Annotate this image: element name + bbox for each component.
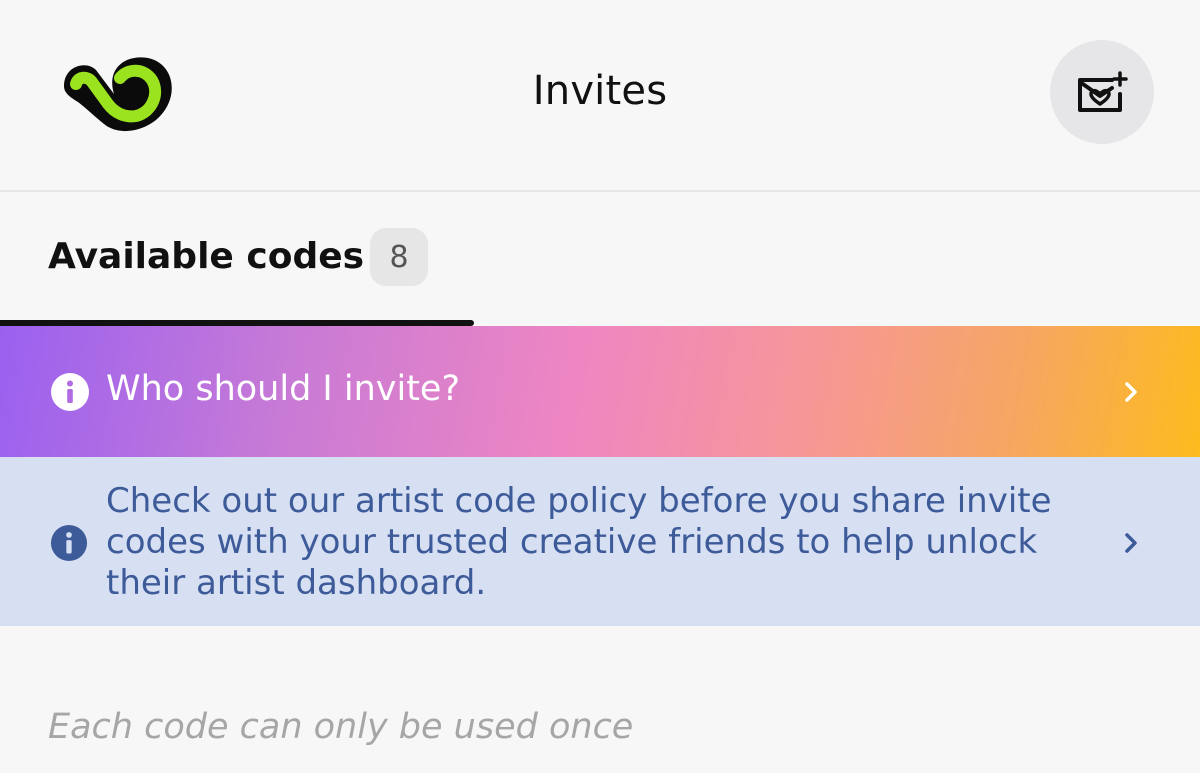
tab-available-codes[interactable]: Available codes 8 [0, 192, 474, 326]
banner-text: Who should I invite? [106, 369, 461, 409]
policy-text: Check out our artist code policy before … [106, 481, 1052, 603]
who-to-invite-banner[interactable]: Who should I invite? [0, 326, 1200, 457]
envelope-heart-plus-icon [1078, 71, 1128, 112]
chevron-right-icon [1125, 533, 1137, 553]
page-title: Invites [532, 68, 668, 114]
app-header: Invites [0, 0, 1200, 192]
tab-bar: Available codes 8 [0, 192, 1200, 326]
chevron-right-icon [1125, 382, 1137, 402]
send-invite-button[interactable] [1050, 40, 1154, 144]
tab-count-badge: 8 [370, 228, 428, 286]
tab-label: Available codes [48, 236, 365, 277]
info-icon [51, 373, 89, 411]
single-use-note: Each code can only be used once [48, 707, 634, 747]
info-icon [50, 524, 88, 562]
artist-code-policy-notice[interactable]: Check out our artist code policy before … [0, 457, 1200, 626]
